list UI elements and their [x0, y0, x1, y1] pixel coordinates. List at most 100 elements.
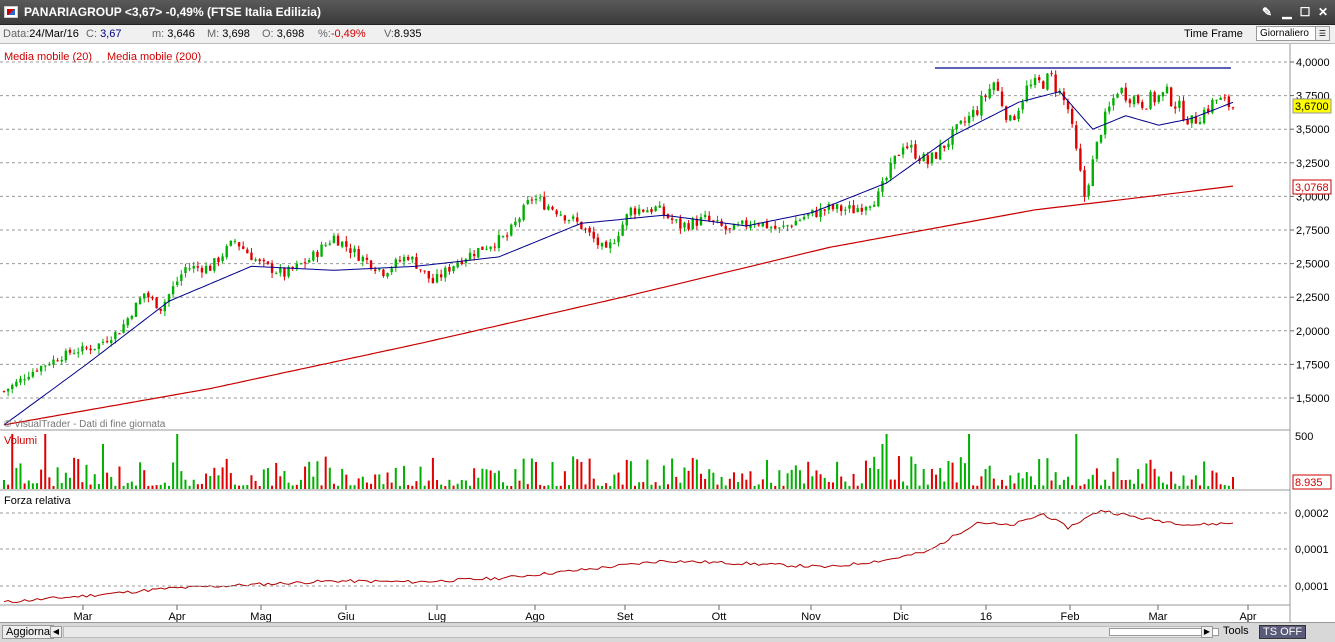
candle-body [246, 249, 249, 254]
price-tick-label: 2,5000 [1296, 259, 1330, 271]
volume-bar [844, 481, 847, 489]
volume-bar [15, 467, 18, 489]
volume-bar [1100, 485, 1103, 489]
volume-bar [526, 484, 529, 489]
candle-body [365, 257, 369, 260]
candle-body [943, 145, 946, 148]
candle-body [316, 251, 319, 257]
volume-bar [939, 468, 942, 489]
candle-body [1046, 73, 1049, 90]
candle-body [658, 205, 661, 208]
volume-bar [365, 482, 368, 489]
volume-bar [427, 480, 430, 489]
candle-body [1227, 96, 1231, 107]
candle-body [15, 381, 18, 387]
volume-bar [1025, 472, 1028, 489]
volume-bar [1120, 480, 1123, 489]
candle-body [11, 384, 14, 390]
candle-body [85, 347, 88, 349]
candle-body [798, 219, 802, 221]
candle-body [184, 267, 187, 274]
volume-bar [1046, 458, 1049, 489]
candle-body [840, 205, 843, 212]
volume-bar [724, 485, 727, 489]
candle-body [823, 209, 826, 211]
candle-body [757, 224, 760, 226]
scroll-left-icon[interactable]: ◀ [50, 626, 62, 638]
candle-body [1190, 115, 1193, 124]
candle-body [489, 246, 492, 249]
volume-bar [196, 484, 199, 489]
horizontal-scrollbar[interactable] [63, 626, 1219, 638]
volume-bar [35, 483, 38, 489]
volume-bar [460, 479, 463, 489]
candle-body [155, 297, 158, 309]
volume-bar [415, 481, 418, 489]
candle-body [1050, 73, 1053, 75]
candle-body [221, 256, 224, 262]
candle-body [1083, 170, 1086, 197]
candle-body [790, 225, 793, 227]
chart-area[interactable]: 4,00003,75003,50003,25003,00002,75002,50… [0, 0, 1335, 622]
refresh-button[interactable]: Aggiorna [2, 625, 55, 639]
candle-body [134, 302, 138, 317]
x-tick-label: Apr [168, 611, 185, 622]
volume-bar [955, 482, 958, 489]
candle-body [1013, 116, 1016, 121]
volume-bar [633, 485, 636, 489]
volume-bar [357, 478, 360, 489]
candle-body [675, 219, 678, 221]
volume-bar [848, 485, 851, 489]
volume-bar [44, 434, 47, 489]
volume-bar [963, 463, 966, 489]
volume-bar [968, 434, 971, 489]
volume-bar [493, 473, 496, 489]
candle-body [406, 256, 410, 260]
volume-bar [831, 482, 834, 489]
volume-bar [324, 456, 327, 489]
candle-body [1025, 85, 1028, 102]
volume-bar [361, 476, 364, 489]
scroll-right-icon[interactable]: ▶ [1201, 626, 1213, 638]
candle-body [1103, 111, 1107, 135]
candle-body [683, 222, 686, 228]
candle-body [279, 268, 282, 273]
volume-bar [295, 484, 298, 489]
candle-body [233, 240, 237, 242]
candle-body [510, 224, 513, 236]
volume-bar [233, 484, 236, 489]
volume-bar [1227, 485, 1230, 489]
price-tick-label: 3,2500 [1296, 158, 1330, 170]
ts-toggle-button[interactable]: TS OFF [1259, 625, 1307, 639]
volume-bar [176, 434, 179, 489]
candle-body [258, 259, 261, 262]
volume-bar [1149, 459, 1152, 489]
volume-bar [448, 479, 451, 489]
ma200-line [3, 185, 1234, 426]
candle-body [604, 241, 608, 248]
volume-bar [1207, 485, 1210, 489]
volume-bar [1075, 434, 1078, 489]
candle-body [728, 228, 732, 230]
volume-bar [877, 469, 880, 489]
volume-bar [122, 485, 125, 489]
volume-bar [1161, 482, 1164, 489]
tools-button[interactable]: Tools [1220, 625, 1252, 639]
candle-body [1198, 122, 1202, 125]
volume-bar [398, 485, 401, 489]
candle-body [361, 256, 365, 262]
candle-body [802, 216, 806, 220]
volume-bar [790, 469, 793, 489]
candle-body [147, 292, 150, 298]
ma200-line-group [3, 185, 1234, 426]
x-tick-label: Lug [428, 611, 446, 622]
volume-bar [312, 476, 315, 489]
volume-bar [1067, 476, 1070, 489]
candle-body [1095, 141, 1099, 159]
candle-body [349, 248, 352, 253]
candle-body [1120, 87, 1123, 94]
volume-bar [477, 477, 480, 489]
ma20-line-group [3, 91, 1234, 426]
price-tick-label: 2,0000 [1296, 326, 1330, 338]
volume-bar [1091, 474, 1094, 489]
